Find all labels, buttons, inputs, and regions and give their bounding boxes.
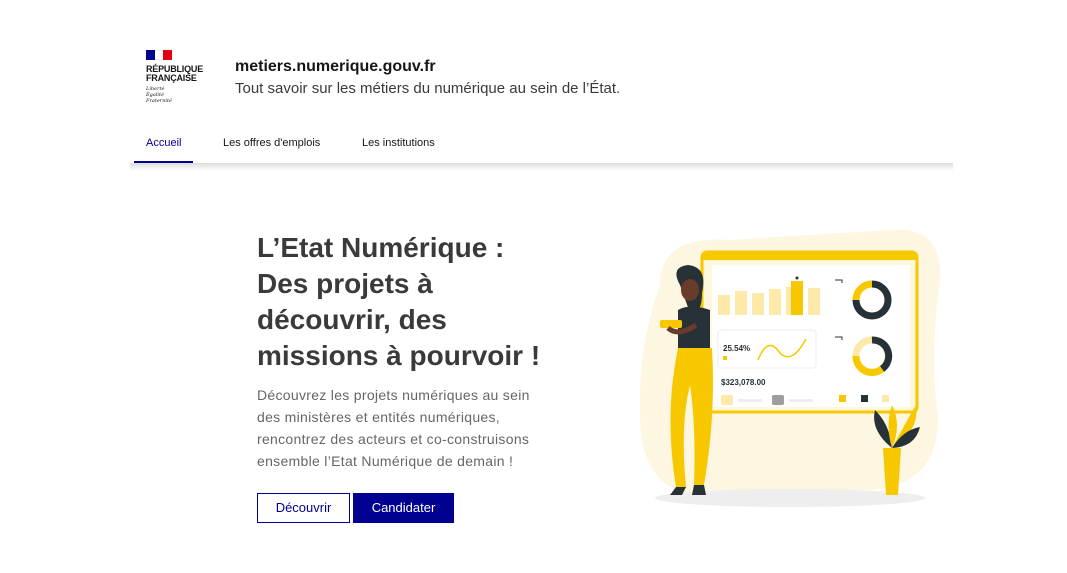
discover-button[interactable]: Découvrir (257, 493, 350, 523)
logo-motto: Liberté Égalité Fraternité (146, 86, 172, 104)
republique-francaise-logo[interactable]: RÉPUBLIQUE FRANÇAISE Liberté Égalité Fra… (146, 50, 216, 104)
hero-title: L’Etat Numérique : Des projets à découvr… (257, 232, 541, 371)
logo-title: RÉPUBLIQUE FRANÇAISE (146, 64, 204, 83)
amount-label: $323,078.00 (721, 378, 766, 387)
percent-label: 25.54% (723, 344, 750, 353)
dashboard-illustration: 25.54% $323,078.00 (639, 229, 940, 507)
french-flag-icon (146, 50, 173, 60)
apply-button[interactable]: Candidater (353, 493, 454, 523)
site-name[interactable]: metiers.numerique.gouv.fr (235, 58, 436, 76)
nav-item-offres-emplois[interactable]: Les offres d'emplois (211, 125, 332, 163)
hero-description: Découvrez les projets numériques au sein… (257, 387, 530, 469)
site-tagline: Tout savoir sur les métiers du numérique… (235, 80, 621, 97)
nav-divider (130, 163, 953, 171)
site-header: RÉPUBLIQUE FRANÇAISE Liberté Égalité Fra… (0, 0, 1067, 120)
main-navigation: Accueil Les offres d'emplois Les institu… (130, 125, 953, 164)
nav-item-accueil[interactable]: Accueil (134, 125, 194, 163)
nav-item-institutions[interactable]: Les institutions (350, 125, 447, 163)
